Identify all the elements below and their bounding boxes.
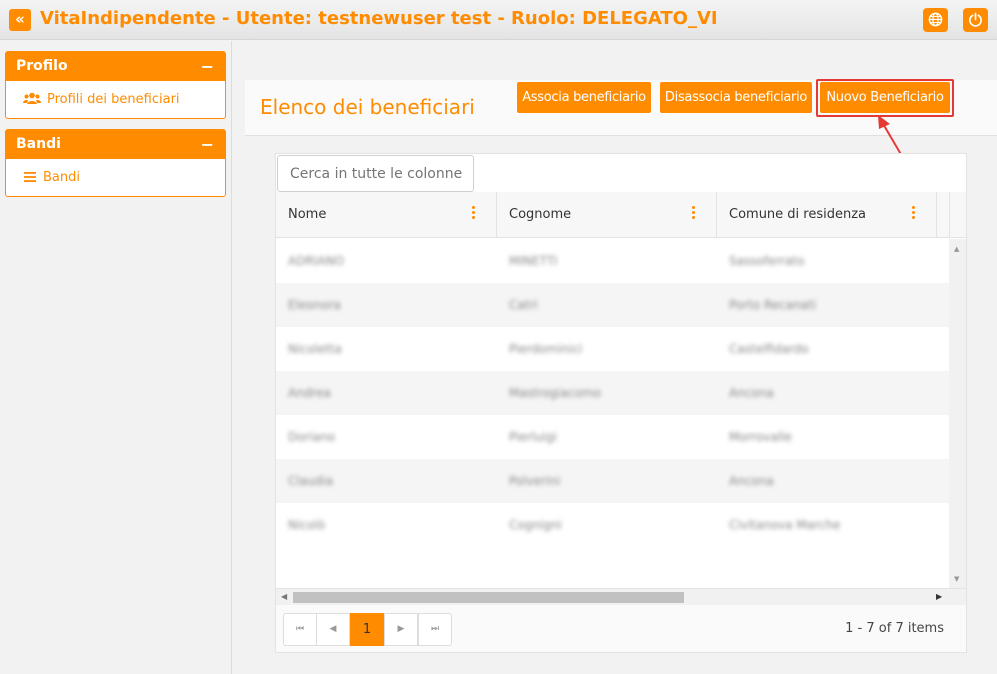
panel-title: Profilo bbox=[16, 58, 68, 74]
logout-button[interactable] bbox=[963, 8, 988, 32]
scroll-left-icon[interactable]: ◀ bbox=[281, 592, 287, 601]
cell-cognome: Polverini bbox=[509, 474, 561, 488]
cell-comune: Sassoferrato bbox=[729, 254, 805, 268]
table-row[interactable]: Nicoletta Pierdominici Castelfidardo bbox=[276, 327, 949, 371]
sidebar-item-profili-beneficiari[interactable]: Profili dei beneficiari bbox=[6, 81, 225, 118]
sidebar-item-label: Profili dei beneficiari bbox=[47, 92, 180, 107]
sidebar: Profilo − Profili dei beneficiari Bandi … bbox=[0, 41, 232, 674]
search-input[interactable] bbox=[277, 155, 474, 192]
vertical-scrollbar[interactable]: ▲ ▼ bbox=[949, 239, 966, 589]
nuovo-beneficiario-button[interactable]: Nuovo Beneficiario bbox=[820, 82, 950, 113]
cell-nome: Nicoletta bbox=[288, 342, 342, 356]
table-row[interactable]: Nicolò Cognigni Civitanova Marche bbox=[276, 503, 949, 547]
cell-nome: Nicolò bbox=[288, 518, 325, 532]
top-bar: « VitaIndipendente - Utente: testnewuser… bbox=[0, 0, 997, 40]
table-row[interactable]: ADRIANO MINETTI Sassoferrato bbox=[276, 239, 949, 283]
collapse-sidebar-button[interactable]: « bbox=[9, 9, 31, 31]
panel-header-bandi[interactable]: Bandi − bbox=[6, 130, 225, 159]
table-row[interactable]: Doriano Pierluigi Morrovalle bbox=[276, 415, 949, 459]
column-header-cognome[interactable]: Cognome bbox=[497, 192, 717, 238]
scrollbar-thumb[interactable] bbox=[293, 592, 684, 603]
grid-header: Nome Cognome Comune di residenza bbox=[276, 192, 966, 238]
collapse-panel-icon[interactable]: − bbox=[201, 52, 214, 81]
last-page-button[interactable]: ⏭ bbox=[418, 613, 452, 646]
cell-cognome: MINETTI bbox=[509, 254, 558, 268]
scroll-up-icon[interactable]: ▲ bbox=[954, 245, 959, 253]
pager: ⏮ ◀ 1 ▶ ⏭ 1 - 7 of 7 items bbox=[276, 605, 966, 652]
cell-comune: Ancona bbox=[729, 386, 774, 400]
cell-comune: Castelfidardo bbox=[729, 342, 809, 356]
power-icon bbox=[969, 12, 982, 27]
panel-header-profilo[interactable]: Profilo − bbox=[6, 52, 225, 81]
panel-title: Bandi bbox=[16, 136, 61, 152]
scroll-down-icon[interactable]: ▼ bbox=[954, 575, 959, 583]
prev-page-button[interactable]: ◀ bbox=[316, 613, 350, 646]
column-header-extra bbox=[937, 192, 950, 238]
sidebar-item-label: Bandi bbox=[43, 170, 80, 185]
cell-cognome: Cognigni bbox=[509, 518, 562, 532]
users-icon bbox=[23, 92, 41, 104]
globe-icon bbox=[928, 12, 943, 27]
cell-comune: Porto Recanati bbox=[729, 298, 817, 312]
column-menu-icon[interactable] bbox=[912, 206, 916, 222]
cell-nome: Eleonora bbox=[288, 298, 341, 312]
cell-cognome: Pierdominici bbox=[509, 342, 583, 356]
grid-body: ADRIANO MINETTI Sassoferrato Eleonora Ca… bbox=[276, 239, 949, 549]
cell-cognome: Mastrogiacomo bbox=[509, 386, 601, 400]
page-title: Elenco dei beneficiari bbox=[260, 95, 475, 119]
column-header-comune[interactable]: Comune di residenza bbox=[717, 192, 937, 238]
cell-nome: ADRIANO bbox=[288, 254, 344, 268]
first-page-button[interactable]: ⏮ bbox=[283, 613, 317, 646]
column-header-label: Cognome bbox=[509, 207, 572, 222]
sidebar-item-bandi[interactable]: Bandi bbox=[6, 159, 225, 196]
disassocia-beneficiario-button[interactable]: Disassocia beneficiario bbox=[660, 82, 812, 113]
cell-nome: Andrea bbox=[288, 386, 331, 400]
cell-nome: Doriano bbox=[288, 430, 336, 444]
language-button[interactable] bbox=[923, 8, 948, 32]
cell-comune: Ancona bbox=[729, 474, 774, 488]
app-title: VitaIndipendente - Utente: testnewuser t… bbox=[40, 8, 718, 29]
scroll-right-icon[interactable]: ▶ bbox=[936, 592, 942, 601]
column-header-label: Comune di residenza bbox=[729, 207, 867, 222]
page-number-button[interactable]: 1 bbox=[350, 613, 384, 646]
associa-beneficiario-button[interactable]: Associa beneficiario bbox=[517, 82, 651, 113]
next-page-button[interactable]: ▶ bbox=[384, 613, 418, 646]
column-menu-icon[interactable] bbox=[472, 206, 476, 222]
column-header-label: Nome bbox=[288, 207, 327, 222]
pager-info: 1 - 7 of 7 items bbox=[845, 621, 944, 636]
beneficiari-grid: Nome Cognome Comune di residenza ADRIANO… bbox=[275, 153, 967, 653]
column-header-nome[interactable]: Nome bbox=[276, 192, 497, 238]
cell-cognome: Catri bbox=[509, 298, 538, 312]
cell-comune: Morrovalle bbox=[729, 430, 792, 444]
cell-cognome: Pierluigi bbox=[509, 430, 557, 444]
table-row[interactable]: Eleonora Catri Porto Recanati bbox=[276, 283, 949, 327]
collapse-panel-icon[interactable]: − bbox=[201, 130, 214, 159]
sidebar-panel-profilo: Profilo − Profili dei beneficiari bbox=[5, 51, 226, 119]
cell-nome: Claudia bbox=[288, 474, 333, 488]
table-row[interactable]: Andrea Mastrogiacomo Ancona bbox=[276, 371, 949, 415]
column-menu-icon[interactable] bbox=[692, 206, 696, 222]
sidebar-panel-bandi: Bandi − Bandi bbox=[5, 129, 226, 197]
cell-comune: Civitanova Marche bbox=[729, 518, 841, 532]
horizontal-scrollbar[interactable]: ◀ ▶ bbox=[276, 588, 966, 605]
list-icon bbox=[24, 172, 36, 182]
table-row[interactable]: Claudia Polverini Ancona bbox=[276, 459, 949, 503]
